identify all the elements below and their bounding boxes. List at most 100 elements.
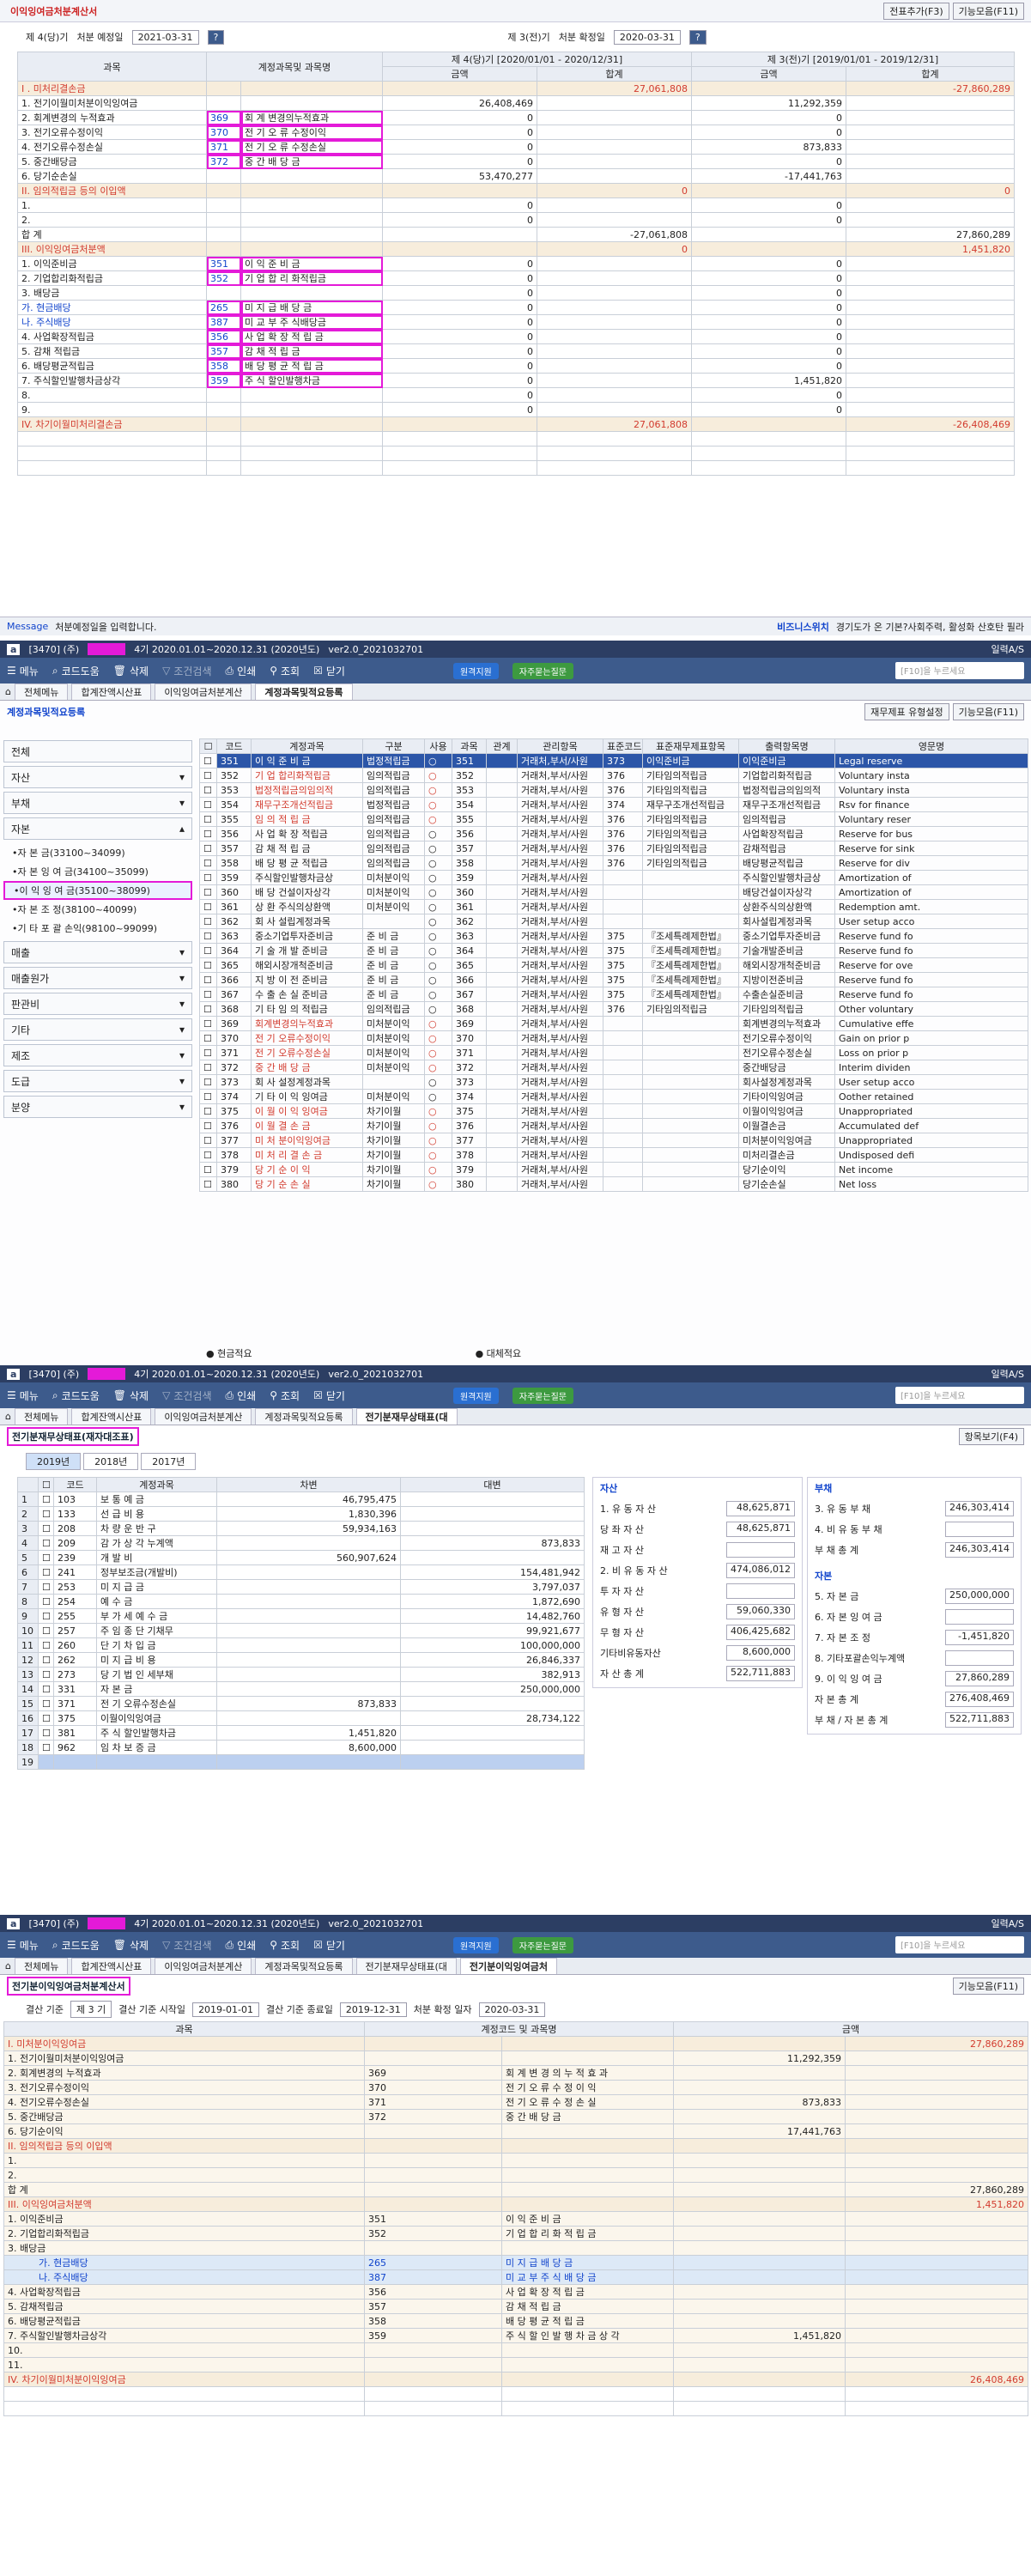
row-checkbox[interactable]: ☐	[199, 957, 217, 973]
global-search-input[interactable]: [F10]을 누르세요	[895, 662, 1024, 679]
print-button[interactable]: ⎙ 인쇄	[226, 1388, 257, 1403]
table-row[interactable]: I . 미처리결손금 27,061,808 -27,860,289	[17, 81, 1015, 96]
table-row[interactable]: ☐ 356 사 업 확 장 적립금 임의적립금 ○ 356 거래처,부서/사원 376 기타임의…	[199, 826, 1028, 841]
row-cell-3[interactable]: 873,833	[216, 1696, 401, 1711]
table-row[interactable]: III. 이익잉여금처분액 1,451,820	[3, 2196, 1029, 2212]
row-checkbox[interactable]: ☐	[199, 870, 217, 885]
row-prev-amount[interactable]: 0	[691, 314, 846, 330]
remote-support-button[interactable]: 원격지원	[452, 1936, 499, 1953]
row-cell-1[interactable]: 감 채 적 립 금	[251, 841, 363, 856]
row-checkbox[interactable]: ☐	[38, 1652, 54, 1668]
row-cell-3[interactable]	[673, 2036, 846, 2051]
tab-0[interactable]: 전체메뉴	[14, 683, 69, 700]
row-prev-amount[interactable]: 0	[691, 256, 846, 271]
close-button[interactable]: ☒ 닫기	[313, 1388, 345, 1403]
table-row[interactable]: III. 이익잉여금처분액 0 1,451,820	[17, 241, 1015, 257]
table-row[interactable]: ☐ 359 주식할인발행차금상 미처분이익 ○ 359 거래처,부서/사원 주식할인발행차금상…	[199, 870, 1028, 885]
row-cell-3[interactable]	[673, 2153, 846, 2168]
row-current-amount[interactable]	[382, 81, 537, 96]
row-current-amount[interactable]: 0	[382, 285, 537, 301]
table-row[interactable]: 5. 중간배당금 372 중 간 배 당 금00	[17, 154, 1015, 169]
row-prev-amount[interactable]: 0	[691, 358, 846, 374]
sidebar-item-more-0[interactable]: 매출 ▾	[3, 941, 192, 963]
row-prev-amount[interactable]	[691, 416, 846, 432]
cash-memo-legend[interactable]: ● 현금적요	[206, 1346, 252, 1360]
table-row[interactable]: 1. 전기이월미처분이익잉여금 26,408,469 11,292,359	[17, 95, 1015, 111]
table-row[interactable]: 2. 기업합리화적립금 352 기 업 합 리 화적립금 0 0	[17, 270, 1015, 286]
row-cell-3[interactable]	[216, 1564, 401, 1580]
table-row[interactable]: ☐ 352 기 업 합리화적립금 임의적립금 ○ 352 거래처,부서/사원 376 기타임의적…	[199, 768, 1028, 783]
code-help-button[interactable]: ⌕ 코드도움	[52, 664, 100, 678]
sidebar-item-3[interactable]: 자본 ▴	[3, 817, 192, 840]
table-row[interactable]: 9 ☐ 255 부 가 세 예 수 금 14,482,760	[17, 1608, 585, 1624]
row-cell-1[interactable]: 회계변경의누적효과	[251, 1016, 363, 1031]
row-current-amount[interactable]: 0	[382, 300, 537, 315]
remote-support-button[interactable]: 원격지원	[452, 662, 499, 679]
row-current-amount[interactable]: 0	[382, 110, 537, 125]
new-row[interactable]: 19	[17, 1754, 585, 1770]
home-icon[interactable]: ⌂	[5, 1411, 11, 1422]
row-cell-1[interactable]: 법정적립금의임의적	[251, 782, 363, 798]
table-row[interactable]: 18 ☐ 962 임 차 보 증 금 8,600,000	[17, 1740, 585, 1755]
search-button[interactable]: ⚲ 조회	[270, 664, 300, 678]
select-all-checkbox[interactable]: ☐	[199, 738, 217, 754]
table-row[interactable]: 3. 배당금 0 0	[17, 285, 1015, 301]
sidebar-subitem-4[interactable]: •기 타 포 괄 손익(98100~99099)	[3, 919, 192, 938]
table-row[interactable]: 합 계 -27,061,808 27,860,289	[17, 227, 1015, 242]
row-cell-3[interactable]	[673, 2372, 846, 2387]
table-row[interactable]: 4. 사업확장적립금 356 사 업 확 장 적 립 금00	[17, 329, 1015, 344]
table-row[interactable]: ☐ 357 감 채 적 립 금 임의적립금 ○ 357 거래처,부서/사원 376 기타임의적립…	[199, 841, 1028, 856]
table-row[interactable]: 3. 전기오류수정이익 370 전 기 오 류 수 정 이 익	[3, 2080, 1029, 2095]
row-current-amount[interactable]: 0	[382, 197, 537, 213]
row-cell-1[interactable]: 전 기 오류수정손실	[251, 1045, 363, 1060]
help-icon[interactable]: ?	[207, 29, 225, 45]
current-date-input[interactable]: 2021-03-31	[131, 29, 199, 45]
start-date-input[interactable]: 2019-01-01	[192, 2002, 259, 2017]
sidebar-item-more-1[interactable]: 매출원가 ▾	[3, 967, 192, 989]
row-checkbox[interactable]: ☐	[38, 1667, 54, 1682]
table-row[interactable]: 7. 주식할인발행차금상각 359 주 식 할인발행차금 0 1,451,820	[17, 373, 1015, 388]
menu-button[interactable]: ☰ 메뉴	[7, 664, 39, 678]
table-row[interactable]: ☐ 376 이 월 결 손 금 차기이월 ○ 376 거래처,부서/사원 이월결손금 Accum…	[199, 1118, 1028, 1133]
row-prev-amount[interactable]: 11,292,359	[691, 95, 846, 111]
row-prev-amount[interactable]: 0	[691, 110, 846, 125]
row-cell-4[interactable]	[400, 1492, 585, 1507]
row-cell-3[interactable]	[673, 2065, 846, 2081]
table-row[interactable]: II. 임의적립금 등의 이입액 0 0	[17, 183, 1015, 198]
tab-4[interactable]: 전기분재무상태표(대	[355, 1958, 457, 1974]
remote-support-button[interactable]: 원격지원	[452, 1387, 499, 1404]
table-row[interactable]: 11.	[3, 2357, 1029, 2372]
table-row[interactable]: ☐ 369 회계변경의누적효과 미처분이익 ○ 369 거래처,부서/사원 회계변경의누적효과…	[199, 1016, 1028, 1031]
table-row[interactable]: 6. 당기순이익 17,441,763	[3, 2123, 1029, 2139]
row-cell-1[interactable]: 지 방 이 전 준비금	[251, 972, 363, 987]
row-checkbox[interactable]: ☐	[199, 1118, 217, 1133]
row-checkbox[interactable]: ☐	[38, 1681, 54, 1697]
row-cell-1[interactable]: 회 사 설정계정과목	[251, 1074, 363, 1090]
row-current-amount[interactable]: 0	[382, 402, 537, 417]
row-current-amount[interactable]: 0	[382, 358, 537, 374]
row-checkbox[interactable]: ☐	[38, 1506, 54, 1522]
table-row[interactable]: 1. 0 0	[17, 197, 1015, 213]
tab-1[interactable]: 합계잔액시산표	[71, 1958, 152, 1974]
row-current-amount[interactable]	[382, 241, 537, 257]
row-prev-amount[interactable]: 0	[691, 154, 846, 169]
table-row[interactable]: 가. 현금배당 265 미 지 급 배 당 금	[3, 2255, 1029, 2270]
row-checkbox[interactable]: ☐	[38, 1740, 54, 1755]
row-prev-amount[interactable]: 0	[691, 300, 846, 315]
table-row[interactable]: ☐ 363 중소기업투자준비금 준 비 금 ○ 363 거래처,부서/사원 375 『조세특례제…	[199, 928, 1028, 944]
row-cell-3[interactable]	[216, 1652, 401, 1668]
table-row[interactable]: 5. 감채적립금 357 감 채 적 립 금	[3, 2299, 1029, 2314]
table-row[interactable]: ☐ 380 당 기 순 손 실 차기이월 ○ 380 거래처,부서/사원 당기순손실 Net l…	[199, 1176, 1028, 1192]
table-row[interactable]: 9. 0 0	[17, 402, 1015, 417]
table-row[interactable]: 2. 기업합리화적립금 352 기 업 합 리 화 적 립 금	[3, 2226, 1029, 2241]
sidebar-item-more-6[interactable]: 분양 ▾	[3, 1096, 192, 1118]
empty-cell[interactable]	[53, 1754, 97, 1770]
menu-button[interactable]: ☰ 메뉴	[7, 1938, 39, 1953]
tab-1[interactable]: 합계잔액시산표	[71, 683, 152, 700]
home-icon[interactable]: ⌂	[5, 686, 11, 697]
table-row[interactable]: I. 미처분이익잉여금 27,860,289	[3, 2036, 1029, 2051]
row-cell-3[interactable]	[673, 2255, 846, 2270]
row-checkbox[interactable]: ☐	[199, 1103, 217, 1119]
row-checkbox[interactable]: ☐	[199, 811, 217, 827]
print-button[interactable]: ⎙ 인쇄	[226, 1938, 257, 1953]
